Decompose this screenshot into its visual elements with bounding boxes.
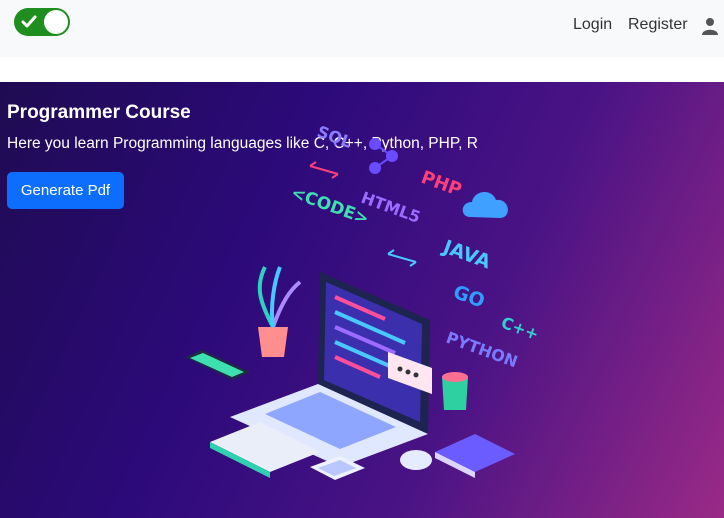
tag-html: HTML5 [359,188,423,227]
generate-pdf-button[interactable]: Generate Pdf [7,172,124,209]
arrow-glyph-2 [387,249,417,267]
register-link[interactable]: Register [628,16,688,34]
mouse-icon [400,450,432,470]
mug-icon [442,372,468,410]
tag-cpp: C++ [499,313,542,344]
share-nodes-icon [369,138,398,174]
page-title: Programmer Course [7,102,191,123]
programming-illustration: SQL <CODE> HTML5 PHP JAVA GO PYTHON C++ [185,122,542,480]
user-icon[interactable] [701,17,719,35]
theme-toggle[interactable] [14,8,70,36]
tag-sql: SQL [315,122,355,152]
tag-code: <CODE> [288,183,371,230]
books-icon [435,434,515,478]
navbar: Login Register [0,0,724,57]
cloud-icon [462,191,508,218]
plant-icon [257,266,302,357]
toggle-knob [44,10,68,34]
check-icon [21,15,37,28]
tag-go: GO [450,281,487,313]
hero-banner: Programmer Course Here you learn Program… [0,82,724,518]
login-link[interactable]: Login [573,16,612,34]
phone-icon [185,350,250,380]
tag-php: PHP [418,167,464,201]
arrow-glyph-1 [309,161,339,179]
tag-java: JAVA [438,235,493,273]
